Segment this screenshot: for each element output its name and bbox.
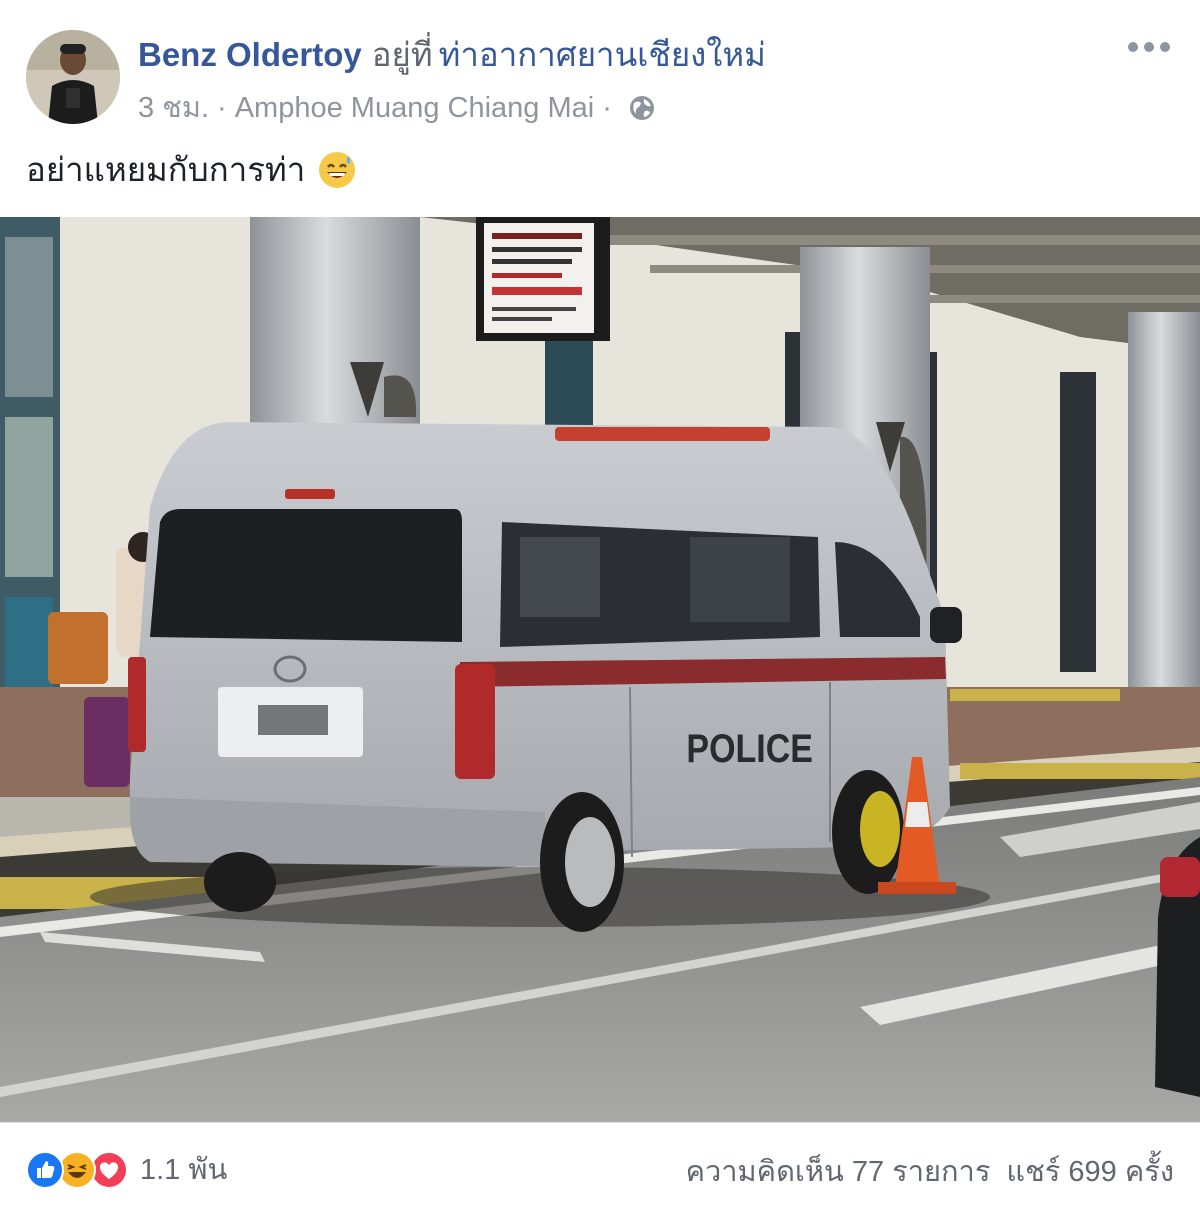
post-footer: 1.1 พัน ความคิดเห็น 77 รายการ แชร์ 699 คร… [0,1122,1200,1209]
globe-icon[interactable] [628,94,656,122]
post-header: Benz Oldertoy อยู่ที่ ท่าอากาศยานเชียงใหม่… [0,0,1200,140]
dot-icon [1160,42,1170,52]
like-icon [26,1151,64,1189]
at-text: อยู่ที่ [371,36,433,73]
shares-count-link[interactable]: แชร์ 699 ครั้ง [1006,1156,1174,1188]
dot-icon [1144,42,1154,52]
reactions-summary[interactable]: 1.1 พัน [26,1151,227,1189]
author-name-link[interactable]: Benz Oldertoy [138,36,362,73]
van-police-label: POLICE [686,725,813,770]
meta-separator: · [602,92,612,124]
post-stats: ความคิดเห็น 77 รายการ แชร์ 699 ครั้ง [686,1153,1174,1191]
more-options-button[interactable] [1128,32,1170,62]
post-text: อย่าแหยมกับการท่า [26,148,357,192]
author-line: Benz Oldertoy อยู่ที่ ท่าอากาศยานเชียงใหม่ [138,34,766,76]
post-meta: 3 ชม. · Amphoe Muang Chiang Mai · [138,90,656,126]
meta-separator: · [217,92,227,124]
place-link[interactable]: ท่าอากาศยานเชียงใหม่ [439,36,766,73]
post-photo[interactable]: POLICE [0,217,1200,1122]
grinning-sweat-emoji-icon [317,150,357,190]
reaction-count[interactable]: 1.1 พัน [140,1151,227,1189]
post-time-link[interactable]: 3 ชม. [138,90,209,126]
comments-count-link[interactable]: ความคิดเห็น 77 รายการ [686,1156,991,1188]
location-link[interactable]: Amphoe Muang Chiang Mai [235,90,594,126]
author-avatar[interactable] [26,30,120,124]
dot-icon [1128,42,1138,52]
post-message: อย่าแหยมกับการท่า [26,151,306,188]
